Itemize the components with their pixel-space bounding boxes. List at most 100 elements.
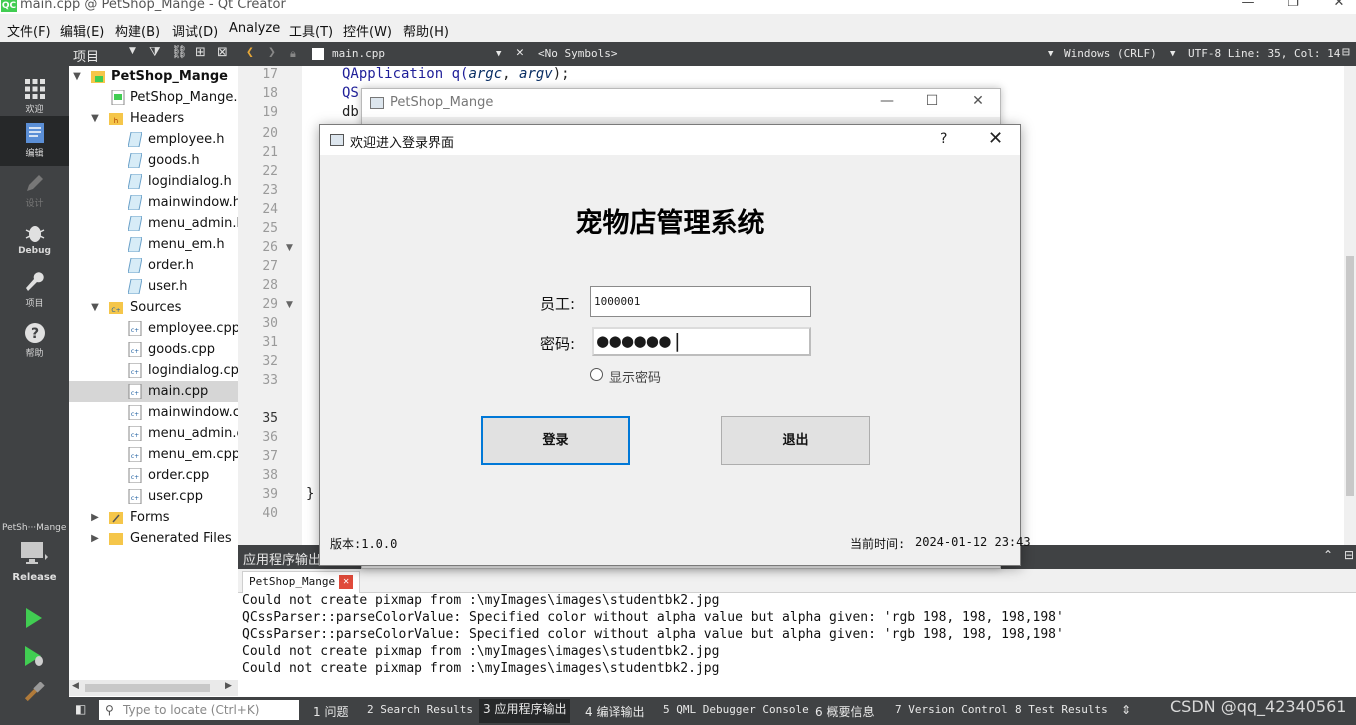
forward-arrow-icon[interactable]: ❯ <box>268 45 276 60</box>
tree-file[interactable]: logindialog.h <box>69 171 238 192</box>
application-output[interactable]: Could not create pixmap from :\myImages\… <box>238 593 1356 697</box>
menu-tools[interactable]: 工具(T) <box>289 21 333 40</box>
build-button[interactable] <box>22 681 46 706</box>
show-password-radio[interactable] <box>590 368 603 381</box>
pane-compile-output[interactable]: 4 编译输出 <box>585 703 644 720</box>
fold-arrow-icon[interactable]: ▼ <box>286 243 293 253</box>
link-icon[interactable]: ⛓ <box>171 45 188 60</box>
menu-file[interactable]: 文件(F) <box>7 21 51 40</box>
menu-edit[interactable]: 编辑(E) <box>60 21 104 40</box>
edit-document-icon <box>25 123 44 143</box>
mode-edit[interactable]: 编辑 <box>0 116 69 166</box>
more-panes-icon[interactable]: ⇕ <box>1121 703 1131 717</box>
close-pane-icon[interactable]: ⊠ <box>217 45 228 60</box>
close-tab-icon[interactable]: ✕ <box>339 575 354 589</box>
tree-file[interactable]: c+ mainwindow.cpp <box>69 402 238 423</box>
pane-version-control[interactable]: 7 Version Control <box>895 703 1008 716</box>
maximize-pane-icon[interactable]: ⌃ <box>1323 548 1333 562</box>
split-editor-icon[interactable]: ⊟ <box>1342 45 1350 60</box>
scrollbar-thumb[interactable] <box>85 684 210 692</box>
menu-help[interactable]: 帮助(H) <box>403 21 449 40</box>
minimize-icon[interactable]: — <box>872 93 902 109</box>
output-tab[interactable]: PetShop_Mange ✕ <box>242 571 361 593</box>
tree-file[interactable]: c+ logindialog.cpp <box>69 360 238 381</box>
employee-id-input[interactable]: 1000001 <box>590 286 811 317</box>
pane-test-results[interactable]: 8 Test Results <box>1015 703 1108 716</box>
fold-arrow-icon[interactable]: ▼ <box>286 300 293 310</box>
run-button[interactable] <box>22 606 46 630</box>
back-arrow-icon[interactable]: ❮ <box>246 45 254 60</box>
locator-input[interactable]: ⚲ Type to locate (Ctrl+K) <box>99 700 299 720</box>
tree-file[interactable]: user.h <box>69 276 238 297</box>
tree-file[interactable]: goods.h <box>69 150 238 171</box>
scroll-left-icon[interactable]: ◀ <box>72 681 79 691</box>
line-ending-dropdown[interactable]: Windows (CRLF) <box>1064 47 1157 60</box>
kit-selector-button[interactable] <box>18 540 48 566</box>
tree-file[interactable]: c+ employee.cpp <box>69 318 238 339</box>
pane-general-messages[interactable]: 6 概要信息 <box>815 703 874 720</box>
symbols-dropdown[interactable]: <No Symbols> <box>538 47 617 60</box>
mode-projects[interactable]: 项目 <box>0 266 69 316</box>
tree-folder-generated[interactable]: ▶ Generated Files <box>69 528 238 549</box>
tree-file[interactable]: order.h <box>69 255 238 276</box>
exit-button[interactable]: 退出 <box>721 416 870 465</box>
close-document-icon[interactable]: ✕ <box>516 45 524 60</box>
line-number: 19 <box>262 105 278 120</box>
toggle-sidebar-icon[interactable]: ◧ <box>75 702 86 716</box>
chevron-down-icon[interactable]: ▼ <box>1048 49 1053 59</box>
tree-folder-headers[interactable]: ▼ h Headers <box>69 108 238 129</box>
login-button[interactable]: 登录 <box>481 416 630 465</box>
chevron-down-icon[interactable]: ▼ <box>496 49 501 59</box>
mode-help[interactable]: ? 帮助 <box>0 316 69 366</box>
mode-welcome[interactable]: 欢迎 <box>0 72 69 122</box>
menu-controls[interactable]: 控件(W) <box>343 21 392 40</box>
tree-project-root[interactable]: ▼ PetShop_Mange <box>69 66 238 87</box>
split-icon[interactable]: ⊞ <box>195 45 206 60</box>
output-line: QCssParser::parseColorValue: Specified c… <box>242 610 1064 625</box>
menu-build[interactable]: 构建(B) <box>115 21 160 40</box>
mode-debug[interactable]: Debug <box>0 216 69 266</box>
tree-file[interactable]: mainwindow.h <box>69 192 238 213</box>
tree-file[interactable]: menu_admin.h <box>69 213 238 234</box>
pane-issues[interactable]: 1 问题 <box>313 703 348 720</box>
version-label: 版本:1.0.0 <box>330 537 398 551</box>
tree-file[interactable]: c+ order.cpp <box>69 465 238 486</box>
tree-file[interactable]: c+ user.cpp <box>69 486 238 507</box>
pane-application-output[interactable]: 3 应用程序输出 <box>479 699 571 723</box>
tree-folder-sources[interactable]: ▼ C+ Sources <box>69 297 238 318</box>
cursor-position-status[interactable]: UTF-8 Line: 35, Col: 14 <box>1188 47 1340 60</box>
minimize-icon[interactable]: — <box>1225 0 1271 13</box>
filter-icon[interactable]: ⧩ <box>149 45 161 60</box>
project-tree-horizontal-scrollbar[interactable]: ◀ ▶ <box>69 680 238 696</box>
open-file-name[interactable]: main.cpp <box>332 47 385 60</box>
cpp-file-icon: c+ <box>128 342 142 357</box>
scroll-right-icon[interactable]: ▶ <box>225 681 232 691</box>
tree-file[interactable]: employee.h <box>69 129 238 150</box>
tree-folder-forms[interactable]: ▶ Forms <box>69 507 238 528</box>
mode-design[interactable]: 设计 <box>0 166 69 216</box>
close-icon[interactable]: ✕ <box>988 128 1003 149</box>
scrollbar-thumb[interactable] <box>1346 256 1354 496</box>
chevron-down-icon[interactable]: ▼ <box>1170 49 1175 59</box>
help-icon[interactable]: ? <box>940 131 947 147</box>
close-pane-icon[interactable]: ⊟ <box>1344 548 1354 562</box>
chevron-down-icon[interactable]: ▼ <box>129 46 136 56</box>
tree-file[interactable]: menu_em.h <box>69 234 238 255</box>
tree-file[interactable]: c+ menu_admin.cpp <box>69 423 238 444</box>
project-view-selector[interactable]: 项目 <box>73 46 99 65</box>
debug-run-button[interactable] <box>22 644 46 668</box>
maximize-icon[interactable]: ☐ <box>917 93 947 109</box>
tree-file[interactable]: PetShop_Mange.pro <box>69 87 238 108</box>
menu-analyze[interactable]: Analyze <box>229 21 280 36</box>
tree-file[interactable]: c+ goods.cpp <box>69 339 238 360</box>
tree-file[interactable]: c+ menu_em.cpp <box>69 444 238 465</box>
editor-vertical-scrollbar[interactable] <box>1344 66 1356 545</box>
pane-search-results[interactable]: 2 Search Results <box>367 703 473 716</box>
menu-debug[interactable]: 调试(D) <box>172 21 218 40</box>
close-window-icon[interactable]: ✕ <box>963 93 993 109</box>
restore-icon[interactable]: ❐ <box>1270 0 1316 13</box>
password-input[interactable]: ●●●●●●| <box>592 327 811 356</box>
pane-qml-debugger-console[interactable]: 5 QML Debugger Console <box>663 703 809 716</box>
tree-file-selected[interactable]: c+ main.cpp <box>69 381 238 402</box>
close-window-icon[interactable]: ✕ <box>1316 0 1356 13</box>
